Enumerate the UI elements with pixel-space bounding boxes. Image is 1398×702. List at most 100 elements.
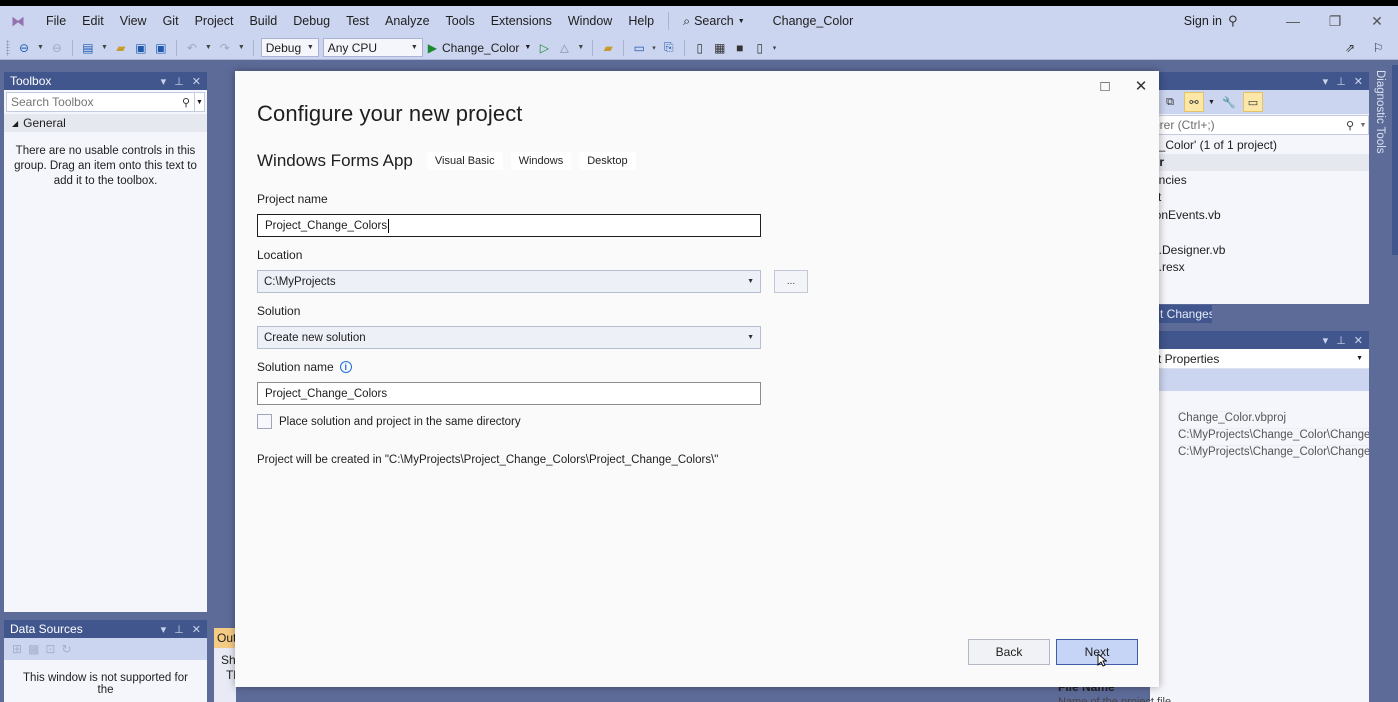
save-icon[interactable]: ▣ (132, 39, 150, 57)
add-data-source-icon[interactable]: ⊞ (12, 642, 22, 656)
browser-link-icon[interactable]: ▭ (630, 39, 648, 57)
solution-name-input[interactable]: Project_Change_Colors (257, 382, 761, 405)
menu-view[interactable]: View (112, 14, 155, 28)
close-icon[interactable]: ✕ (1354, 75, 1363, 88)
tree-item[interactable]: 1.resx (1150, 259, 1369, 277)
chevron-down-icon[interactable]: ▼ (101, 44, 108, 51)
menu-window[interactable]: Window (560, 14, 620, 28)
device-icon[interactable]: ▯ (691, 39, 709, 57)
property-row[interactable]: Change_Color.vbproj (1150, 411, 1369, 428)
chevron-down-icon[interactable]: ▼ (1358, 122, 1368, 129)
info-icon[interactable]: i (339, 361, 352, 373)
terminal-icon[interactable]: ■ (731, 39, 749, 57)
restore-button[interactable]: ❐ (1314, 13, 1356, 30)
search-icon[interactable]: ⚲ (1342, 119, 1358, 132)
back-button[interactable]: Back (968, 639, 1050, 665)
property-row[interactable]: C:\MyProjects\Change_Color\Change_ (1150, 445, 1369, 462)
window-position-icon[interactable]: ▾ (161, 623, 167, 636)
open-folder-icon[interactable]: ▰ (112, 39, 130, 57)
pin-icon[interactable]: ⊥ (174, 623, 184, 636)
sync-device-icon[interactable]: ⎘ (660, 39, 678, 57)
property-row[interactable]: C:\MyProjects\Change_Color\Change_ (1150, 428, 1369, 445)
tree-item[interactable]: ct (1150, 189, 1369, 207)
start-without-debugging-icon[interactable]: ▷ (535, 39, 553, 57)
collapse-all-icon[interactable]: ⧉ (1160, 92, 1180, 112)
undo-icon[interactable]: ↶ (183, 39, 201, 57)
menu-project[interactable]: Project (187, 14, 242, 28)
toolbar-grip[interactable] (6, 39, 10, 56)
diagnostic-tools-tab[interactable]: Diagnostic Tools (1374, 70, 1386, 154)
edit-dataset-icon[interactable]: ▩ (28, 642, 39, 656)
show-all-files-icon[interactable]: ⚯ (1184, 92, 1204, 112)
chevron-down-icon[interactable]: ▼ (577, 44, 584, 51)
window-position-icon[interactable]: ▾ (1323, 334, 1329, 347)
solution-explorer-search[interactable]: orer (Ctrl+;) ⚲ ▼ (1150, 115, 1369, 135)
start-debugging-button[interactable]: ▶ Change_Color ▼ (428, 41, 532, 55)
overflow-icon[interactable]: ▾ (773, 44, 777, 52)
menu-tools[interactable]: Tools (438, 14, 483, 28)
android-icon[interactable]: ▦ (711, 39, 729, 57)
hot-reload-icon[interactable]: 🜂 (555, 39, 573, 57)
toolbox-group-general[interactable]: ◢ General (4, 114, 207, 132)
output-tab[interactable]: Out (214, 628, 236, 648)
configure-dataset-icon[interactable]: ⊡ (45, 642, 55, 656)
properties-object-select[interactable]: ct Properties ▼ (1150, 349, 1369, 369)
search-button[interactable]: ⌕ Search ▼ (675, 14, 753, 29)
pin-icon[interactable]: ⊥ (1336, 75, 1346, 88)
chevron-down-icon[interactable]: ▼ (205, 44, 212, 51)
find-in-files-icon[interactable]: ▰ (599, 39, 617, 57)
configuration-select[interactable]: Debug ▼ (260, 38, 319, 57)
menu-help[interactable]: Help (620, 14, 662, 28)
tree-item[interactable]: ionEvents.vb (1150, 206, 1369, 224)
window-position-icon[interactable]: ▾ (1323, 75, 1329, 88)
properties-wrench-icon[interactable]: 🔧 (1219, 92, 1239, 112)
toolbox-search-input[interactable] (7, 95, 178, 109)
overflow-icon[interactable]: ▾ (652, 44, 656, 52)
device-settings-icon[interactable]: ▯ (751, 39, 769, 57)
maximize-dialog-button[interactable]: □ (1094, 77, 1116, 97)
menu-analyze[interactable]: Analyze (377, 14, 437, 28)
location-combobox[interactable]: C:\MyProjects ▼ (257, 270, 761, 293)
menu-edit[interactable]: Edit (74, 14, 112, 28)
close-icon[interactable]: ✕ (192, 623, 201, 636)
chevron-down-icon[interactable]: ▼ (1208, 99, 1215, 106)
solution-select[interactable]: Create new solution ▼ (257, 326, 761, 349)
refresh-icon[interactable]: ↻ (61, 642, 71, 656)
menu-file[interactable]: File (38, 14, 74, 28)
same-directory-checkbox[interactable] (257, 414, 272, 429)
tree-item[interactable]: 1.Designer.vb (1150, 241, 1369, 259)
git-changes-tab[interactable]: t Changes (1158, 305, 1212, 323)
close-dialog-button[interactable]: ✕ (1130, 77, 1152, 97)
chevron-down-icon[interactable]: ▼ (37, 44, 44, 51)
save-all-icon[interactable]: ▣ (152, 39, 170, 57)
menu-git[interactable]: Git (155, 14, 187, 28)
menu-test[interactable]: Test (338, 14, 377, 28)
pin-icon[interactable]: ⊥ (1336, 334, 1346, 347)
navigate-back-icon[interactable]: ⊖ (15, 39, 33, 57)
tree-item[interactable]: e_Color' (1 of 1 project) (1150, 136, 1369, 154)
redo-icon[interactable]: ↷ (216, 39, 234, 57)
minimize-button[interactable]: — (1272, 13, 1314, 29)
tree-item[interactable]: or (1150, 153, 1369, 171)
menu-build[interactable]: Build (241, 14, 285, 28)
preview-selected-icon[interactable]: ▭ (1242, 92, 1263, 112)
close-window-button[interactable]: ✕ (1356, 13, 1398, 30)
chevron-down-icon[interactable]: ▼ (238, 44, 245, 51)
menu-debug[interactable]: Debug (285, 14, 338, 28)
platform-select[interactable]: Any CPU ▼ (322, 38, 423, 57)
account-icon[interactable]: ⚲ (1228, 13, 1248, 29)
menu-extensions[interactable]: Extensions (483, 14, 560, 28)
navigate-forward-icon[interactable]: ⊖ (48, 39, 66, 57)
sign-in-link[interactable]: Sign in (1184, 14, 1222, 28)
feedback-icon[interactable]: ⚐ (1369, 39, 1387, 57)
window-position-icon[interactable]: ▾ (161, 75, 167, 88)
close-icon[interactable]: ✕ (1354, 334, 1363, 347)
browse-location-button[interactable]: ... (774, 270, 808, 293)
new-project-icon[interactable]: ▤ (79, 39, 97, 57)
pin-icon[interactable]: ⊥ (174, 75, 184, 88)
project-name-input[interactable]: Project_Change_Colors (257, 214, 761, 237)
tree-item[interactable]: b (1150, 224, 1369, 242)
same-directory-label[interactable]: Place solution and project in the same d… (279, 416, 521, 428)
tree-item[interactable]: encies (1150, 171, 1369, 189)
close-icon[interactable]: ✕ (192, 75, 201, 88)
